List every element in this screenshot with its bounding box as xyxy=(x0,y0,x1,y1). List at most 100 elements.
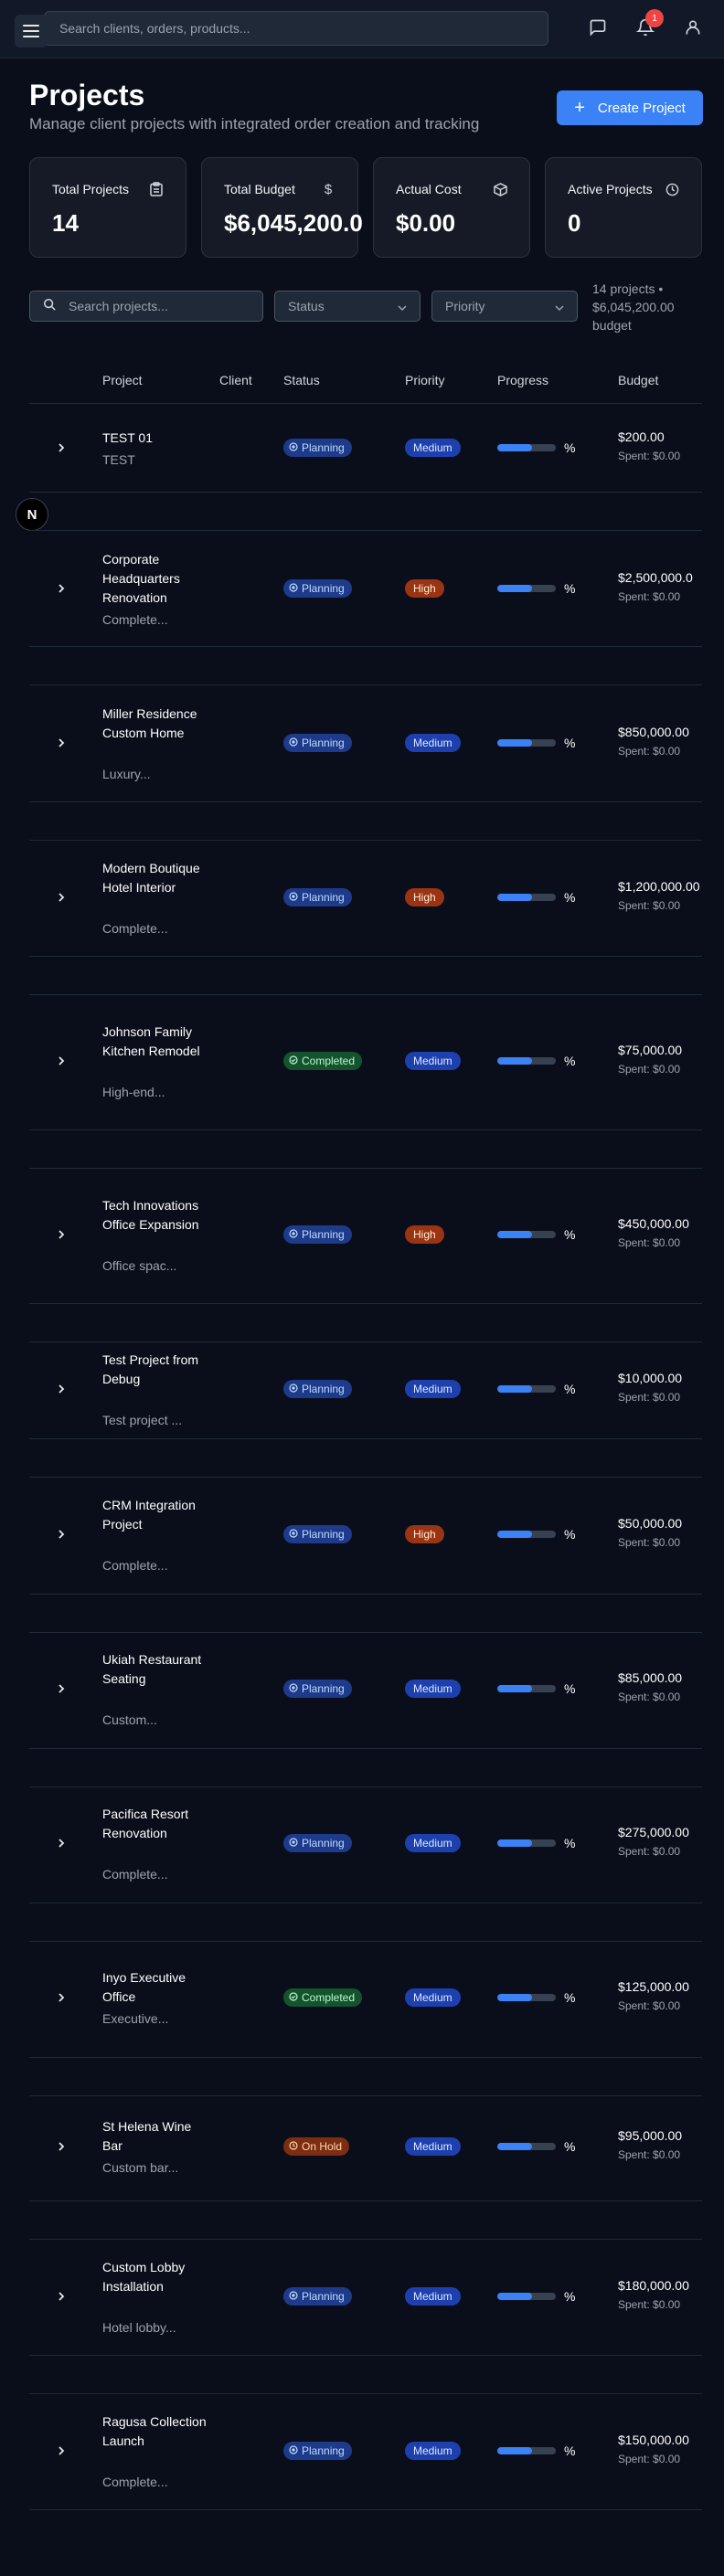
header-divider xyxy=(29,403,702,404)
chevron-right-icon[interactable] xyxy=(55,2444,68,2457)
chevron-right-icon[interactable] xyxy=(55,737,68,749)
status-badge: Planning xyxy=(283,439,352,457)
progress-fill xyxy=(497,1231,533,1238)
progress-percent: % xyxy=(564,440,576,455)
stat-label: Total Projects xyxy=(52,182,130,196)
project-description: Executive... xyxy=(102,2011,169,2026)
project-name[interactable]: St Helena Wine Bar xyxy=(102,2117,212,2156)
project-name[interactable]: TEST 01 xyxy=(102,429,212,448)
stat-value: 14 xyxy=(52,209,79,237)
progress-bar xyxy=(497,1231,556,1238)
status-icon xyxy=(289,1682,298,1695)
status-badge: Completed xyxy=(283,1988,363,2007)
project-name[interactable]: Tech Innovations Office Expansion xyxy=(102,1196,212,1235)
chevron-right-icon[interactable] xyxy=(55,1055,68,1067)
stat-value: 0 xyxy=(568,209,581,237)
project-name[interactable]: Custom Lobby Installation xyxy=(102,2258,212,2296)
progress-percent: % xyxy=(564,1054,576,1068)
dev-tools-button[interactable]: N xyxy=(16,498,48,531)
project-description: High-end... xyxy=(102,1084,165,1099)
project-search[interactable] xyxy=(29,291,263,322)
priority-badge: Medium xyxy=(405,2442,461,2460)
chevron-right-icon[interactable] xyxy=(55,1383,68,1395)
notification-badge: 1 xyxy=(645,9,664,27)
project-name[interactable]: CRM Integration Project xyxy=(102,1496,212,1534)
chevron-right-icon[interactable] xyxy=(55,1682,68,1695)
budget-value: $2,500,000.0 xyxy=(618,570,693,585)
chevron-right-icon[interactable] xyxy=(55,1228,68,1241)
status-text: Planning xyxy=(302,1383,345,1395)
priority-badge: High xyxy=(405,1525,444,1543)
column-header-client[interactable]: Client xyxy=(219,373,252,387)
project-name[interactable]: Test Project from Debug xyxy=(102,1351,212,1389)
progress-percent: % xyxy=(564,1227,576,1242)
project-description: Hotel lobby... xyxy=(102,2319,176,2335)
status-badge: Planning xyxy=(283,888,352,906)
chevron-right-icon[interactable] xyxy=(55,2140,68,2153)
progress-bar xyxy=(497,1839,556,1847)
project-search-input[interactable] xyxy=(69,299,233,313)
status-badge: Planning xyxy=(283,2287,352,2306)
budget-value: $850,000.00 xyxy=(618,725,689,739)
progress-bar xyxy=(497,2143,556,2150)
progress-bar xyxy=(497,1385,556,1393)
messages-icon[interactable] xyxy=(587,16,609,38)
row-divider xyxy=(29,840,702,841)
priority-badge: Medium xyxy=(405,439,461,457)
project-description: Luxury... xyxy=(102,766,151,781)
plus-icon: + xyxy=(574,98,585,118)
chevron-right-icon[interactable] xyxy=(55,441,68,454)
user-icon[interactable] xyxy=(682,16,704,38)
global-search-input[interactable] xyxy=(59,21,548,36)
priority-badge: High xyxy=(405,888,444,906)
column-header-priority[interactable]: Priority xyxy=(405,373,445,387)
status-text: Planning xyxy=(302,1682,345,1695)
budget-value: $450,000.00 xyxy=(618,1216,689,1231)
column-header-budget[interactable]: Budget xyxy=(618,373,658,387)
spent-value: Spent: $0.00 xyxy=(618,1236,681,1249)
chevron-right-icon[interactable] xyxy=(55,2290,68,2303)
project-name[interactable]: Ukiah Restaurant Seating xyxy=(102,1650,212,1689)
chevron-right-icon[interactable] xyxy=(55,1991,68,2004)
progress-bar xyxy=(497,585,556,592)
projects-summary: 14 projects • $6,045,200.00 budget xyxy=(592,281,675,333)
budget-value: $75,000.00 xyxy=(618,1043,683,1057)
priority-badge: Medium xyxy=(405,1052,461,1070)
row-divider xyxy=(29,2057,702,2058)
project-name[interactable]: Pacifica Resort Renovation xyxy=(102,1805,212,1843)
project-name[interactable]: Corporate Headquarters Renovation xyxy=(102,550,212,608)
status-icon xyxy=(289,2140,298,2153)
column-header-progress[interactable]: Progress xyxy=(497,373,548,387)
menu-button[interactable] xyxy=(15,15,48,48)
project-description: Custom bar... xyxy=(102,2160,179,2175)
global-search[interactable] xyxy=(44,11,548,46)
status-badge: Planning xyxy=(283,1525,352,1543)
status-icon xyxy=(289,1991,298,2004)
project-name[interactable]: Ragusa Collection Launch xyxy=(102,2412,212,2451)
project-description: Complete... xyxy=(102,2474,168,2489)
row-divider xyxy=(29,2239,702,2240)
progress-percent: % xyxy=(564,2139,576,2154)
budget-value: $275,000.00 xyxy=(618,1825,689,1839)
project-name[interactable]: Miller Residence Custom Home xyxy=(102,705,212,743)
column-header-project[interactable]: Project xyxy=(102,373,143,387)
status-filter[interactable]: Status xyxy=(274,291,421,322)
chevron-right-icon[interactable] xyxy=(55,1837,68,1850)
chevron-right-icon[interactable] xyxy=(55,582,68,595)
priority-badge: Medium xyxy=(405,1380,461,1398)
project-name[interactable]: Johnson Family Kitchen Remodel xyxy=(102,1023,212,1061)
chevron-right-icon[interactable] xyxy=(55,891,68,904)
progress-percent: % xyxy=(564,2289,576,2304)
project-name[interactable]: Inyo Executive Office xyxy=(102,1968,212,2007)
column-header-status[interactable]: Status xyxy=(283,373,320,387)
project-description: Complete... xyxy=(102,1866,168,1882)
priority-filter[interactable]: Priority xyxy=(431,291,578,322)
project-name[interactable]: Modern Boutique Hotel Interior xyxy=(102,859,212,897)
row-divider xyxy=(29,1438,702,1439)
create-project-button[interactable]: + Create Project xyxy=(557,90,703,125)
stat-value: $6,045,200.0 xyxy=(224,209,363,237)
chevron-down-icon xyxy=(555,299,564,313)
chevron-right-icon[interactable] xyxy=(55,1528,68,1541)
status-icon xyxy=(289,1528,298,1541)
row-divider xyxy=(29,530,702,531)
